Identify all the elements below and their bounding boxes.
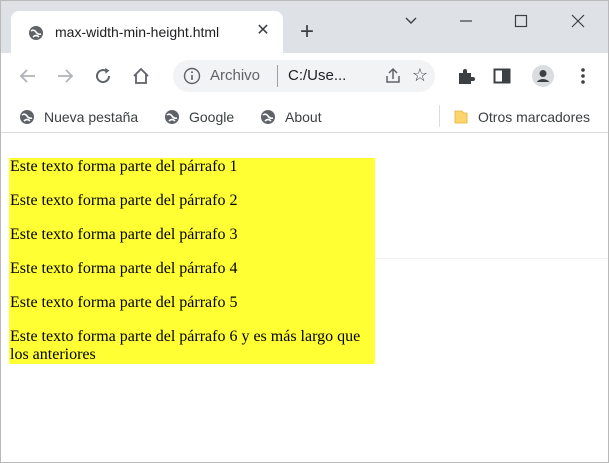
url-separator xyxy=(277,65,278,87)
bookmark-about[interactable]: About xyxy=(260,107,322,127)
bookmark-label: Nueva pestaña xyxy=(44,109,139,125)
paragraph-1: Este texto forma parte del párrafo 1 xyxy=(10,158,238,175)
bookmark-label: Google xyxy=(189,109,235,125)
chrome-menu-icon[interactable] xyxy=(571,64,595,88)
tab-strip: max-width-min-height.html ✕ + xyxy=(1,1,608,53)
extensions-puzzle-icon[interactable] xyxy=(455,64,479,88)
globe-icon xyxy=(165,110,179,124)
share-icon[interactable] xyxy=(383,66,403,86)
folder-icon xyxy=(454,110,468,124)
reload-button[interactable] xyxy=(91,64,115,88)
tab-search-chevron-icon[interactable] xyxy=(396,9,426,33)
globe-icon xyxy=(261,110,275,124)
yellow-container: Este texto forma parte del párrafo 1 Est… xyxy=(9,158,375,364)
browser-window: max-width-min-height.html ✕ + Archivo C:… xyxy=(0,0,609,463)
new-tab-button[interactable]: + xyxy=(295,20,319,45)
paragraph-2: Este texto forma parte del párrafo 2 xyxy=(10,192,238,209)
other-bookmarks-label: Otros marcadores xyxy=(478,109,591,125)
tab-title: max-width-min-height.html xyxy=(55,24,220,40)
paragraph-3: Este texto forma parte del párrafo 3 xyxy=(10,226,238,243)
globe-icon xyxy=(28,25,44,41)
bookmarks-separator xyxy=(439,105,440,127)
paragraph-5: Este texto forma parte del párrafo 5 xyxy=(10,294,238,311)
back-button[interactable] xyxy=(16,64,40,88)
bookmarks-bar: Nueva pestaña Google About Otros marcado… xyxy=(1,99,608,133)
bookmark-google[interactable]: Google xyxy=(164,107,234,127)
globe-icon xyxy=(20,110,34,124)
home-button[interactable] xyxy=(129,64,153,88)
toolbar: Archivo C:/Use... ☆ xyxy=(1,53,608,99)
address-bar[interactable]: Archivo C:/Use... ☆ xyxy=(173,60,435,92)
minimize-button[interactable] xyxy=(451,9,481,33)
side-panel-icon[interactable] xyxy=(491,64,515,88)
bookmark-star-icon[interactable]: ☆ xyxy=(409,64,431,86)
url-text[interactable]: C:/Use... xyxy=(288,67,346,84)
tab-active[interactable]: max-width-min-height.html ✕ xyxy=(11,11,283,53)
paragraph-6: Este texto forma parte del párrafo 6 y e… xyxy=(10,328,361,363)
bookmark-nueva-pestana[interactable]: Nueva pestaña xyxy=(19,107,138,127)
bookmark-label: About xyxy=(285,109,322,125)
info-icon[interactable] xyxy=(183,67,201,85)
profile-avatar-icon[interactable] xyxy=(531,64,555,88)
faint-divider xyxy=(375,258,608,259)
close-window-button[interactable] xyxy=(563,9,593,33)
maximize-button[interactable] xyxy=(506,9,536,33)
tab-close-icon[interactable]: ✕ xyxy=(253,21,273,41)
page-viewport: Este texto forma parte del párrafo 1 Est… xyxy=(1,134,608,462)
forward-button[interactable] xyxy=(53,64,77,88)
bookmark-other-folder[interactable]: Otros marcadores xyxy=(453,107,590,127)
paragraph-4: Este texto forma parte del párrafo 4 xyxy=(10,260,238,277)
url-scheme-label: Archivo xyxy=(210,67,261,84)
